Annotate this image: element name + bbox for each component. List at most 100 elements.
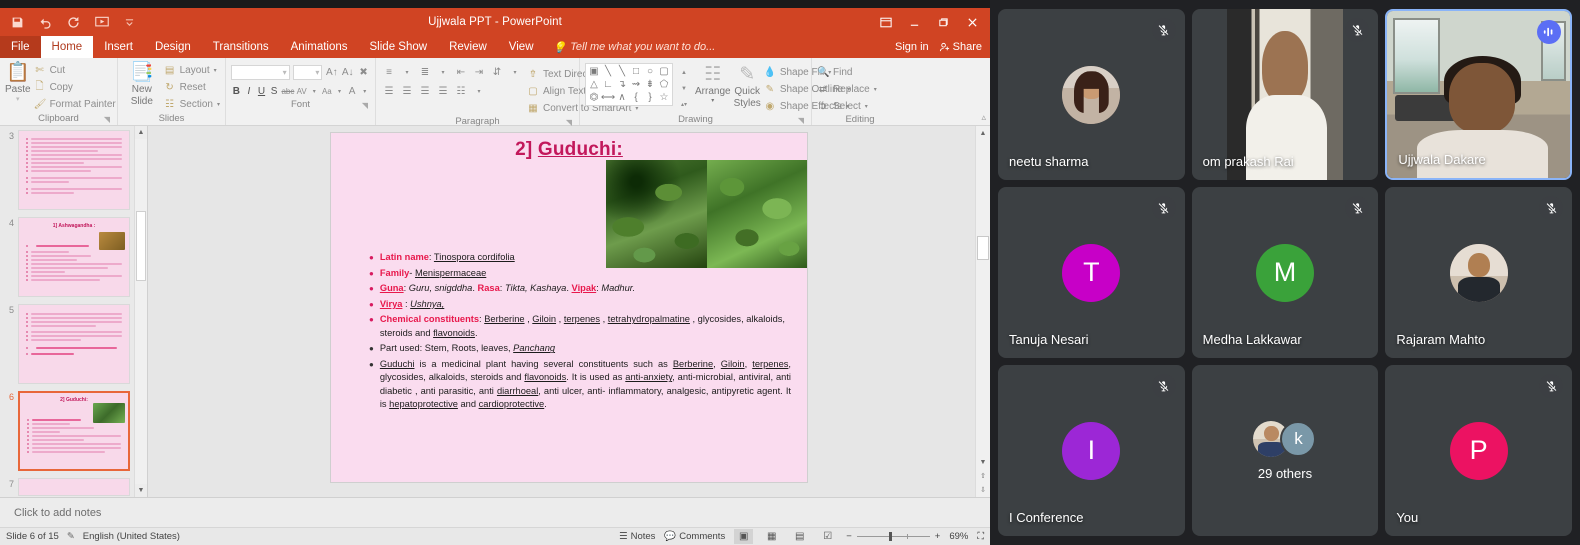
font-name-input[interactable]: ▾ [231, 65, 290, 80]
thumbnail-scroll-thumb[interactable] [136, 211, 146, 281]
increase-font-size-button[interactable]: A↑ [325, 65, 338, 80]
tell-me-search[interactable]: 💡 Tell me what you want to do... [545, 36, 724, 58]
minimize-button[interactable] [901, 10, 928, 34]
shapes-scroll-up-icon[interactable]: ▲ [676, 65, 692, 80]
tab-file[interactable]: File [0, 36, 41, 58]
save-icon[interactable] [8, 13, 27, 32]
shape-line-icon[interactable]: ╲ [601, 65, 615, 78]
copy-button[interactable]: 🗋 Copy [34, 80, 116, 95]
shapes-gallery[interactable]: ▣ ╲ ╲ □ ○ ▢ △ ∟ ↴ ⇝ ⇟ ⬠ ⏣ ⟷ ∧ { } ☆ [585, 63, 673, 106]
slide-content-placeholder[interactable]: ● Latin name: Tinospora cordifolia ● Family… [369, 251, 791, 414]
align-left-button[interactable]: ☰ [381, 84, 397, 99]
shape-pentagon-icon[interactable]: ⬠ [657, 78, 671, 91]
thumbnail-slide-5[interactable] [18, 304, 130, 384]
slide-vertical-scrollbar[interactable]: ▲ ▼ ⇧ ⇩ [975, 126, 990, 497]
participant-tile-rajaram-mahto[interactable]: Rajaram Mahto [1385, 187, 1572, 358]
sign-in-button[interactable]: Sign in [895, 41, 929, 53]
bullets-button[interactable]: ≡ [381, 65, 397, 80]
thumbnail-slide-6[interactable]: 2] Guduchi: [18, 391, 130, 471]
scroll-thumb[interactable] [977, 236, 989, 260]
arrange-button[interactable]: ☷ Arrange ▾ [695, 63, 731, 104]
undo-icon[interactable] [36, 13, 55, 32]
chevron-down-icon[interactable]: ▾ [435, 65, 451, 80]
chevron-down-icon[interactable]: ▾ [507, 65, 523, 80]
language-indicator[interactable]: English (United States) [83, 531, 180, 542]
shape-left-brace-icon[interactable]: { [629, 91, 643, 104]
clear-formatting-button[interactable]: ✖ [357, 65, 370, 80]
participant-tile-om-prakash-rai[interactable]: om prakash Rai [1191, 9, 1379, 180]
chevron-down-icon[interactable]: ▾ [471, 84, 487, 99]
paste-button[interactable]: 📋 Paste ▾ [5, 61, 31, 104]
tab-home[interactable]: Home [40, 36, 94, 58]
thumbnail-item[interactable]: 5 [0, 304, 147, 384]
underline-button[interactable]: U [256, 84, 267, 99]
shape-down-arrow-icon[interactable]: ⇟ [643, 78, 657, 91]
numbering-button[interactable]: ≣ [417, 65, 433, 80]
slide-title[interactable]: 2] Guduchi: [331, 133, 807, 161]
participant-tile-i-conference[interactable]: I I Conference [998, 365, 1185, 536]
shape-freeform-icon[interactable]: ⏣ [587, 91, 601, 104]
slide-sorter-view-button[interactable]: ▦ [762, 529, 781, 544]
reset-button[interactable]: ↻ Reset [164, 80, 220, 95]
ribbon-display-options-icon[interactable] [872, 10, 899, 34]
slide-show-view-button[interactable]: ☑ [818, 529, 837, 544]
text-shadow-button[interactable]: S [269, 84, 280, 99]
shape-right-brace-icon[interactable]: } [643, 91, 657, 104]
replace-button[interactable]: ⇄ Replace ▾ [817, 82, 877, 97]
zoom-in-button[interactable]: + [935, 531, 941, 542]
new-slide-button[interactable]: 📑 New Slide [123, 61, 161, 107]
section-button[interactable]: ☷ Section ▾ [164, 97, 220, 112]
collapse-ribbon-button[interactable]: ▵ [981, 112, 986, 123]
participant-tile-others[interactable]: k 29 others [1191, 365, 1379, 536]
thumbnail-slide-3[interactable] [18, 130, 130, 210]
thumbnail-item-selected[interactable]: 6 2] Guduchi: [0, 391, 147, 471]
quick-styles-button[interactable]: ✎ Quick Styles [734, 63, 761, 109]
shape-elbow-connector-icon[interactable]: ∟ [601, 78, 615, 91]
tab-animations[interactable]: Animations [280, 36, 359, 58]
format-painter-button[interactable]: 🖌 Format Painter [34, 97, 116, 112]
decrease-indent-button[interactable]: ⇤ [453, 65, 469, 80]
character-spacing-button[interactable]: AV [296, 84, 307, 99]
tab-slide-show[interactable]: Slide Show [359, 36, 439, 58]
find-button[interactable]: 🔍 Find [817, 65, 877, 80]
align-right-button[interactable]: ☰ [417, 84, 433, 99]
tab-transitions[interactable]: Transitions [202, 36, 280, 58]
shape-right-arrow-icon[interactable]: ⇝ [629, 78, 643, 91]
select-button[interactable]: ➲ Select ▾ [817, 99, 877, 114]
shape-elbow-arrow-icon[interactable]: ↴ [615, 78, 629, 91]
tab-insert[interactable]: Insert [93, 36, 144, 58]
shape-textbox-icon[interactable]: ▣ [587, 65, 601, 78]
justify-button[interactable]: ☰ [435, 84, 451, 99]
italic-button[interactable]: I [244, 84, 255, 99]
zoom-level-label[interactable]: 69% [949, 531, 968, 542]
customize-qat-icon[interactable] [120, 13, 139, 32]
zoom-track[interactable] [856, 532, 930, 541]
next-slide-icon[interactable]: ⇩ [976, 483, 991, 497]
zoom-handle[interactable] [888, 532, 892, 541]
thumbnail-scroll-up-icon[interactable]: ▲ [135, 126, 147, 139]
decrease-font-size-button[interactable]: A↓ [341, 65, 354, 80]
scroll-up-icon[interactable]: ▲ [976, 126, 991, 140]
scroll-down-icon[interactable]: ▼ [976, 455, 991, 469]
shape-line-arrow-icon[interactable]: ╲ [615, 65, 629, 78]
font-color-button[interactable]: A [347, 84, 358, 99]
tab-view[interactable]: View [498, 36, 545, 58]
thumbnail-slide-4[interactable]: 1] Ashwagandha : [18, 217, 130, 297]
thumbnail-scrollbar[interactable]: ▲ ▼ [134, 126, 147, 497]
shape-star-icon[interactable]: ☆ [657, 91, 671, 104]
align-center-button[interactable]: ☰ [399, 84, 415, 99]
close-button[interactable] [959, 10, 986, 34]
thumbnail-item[interactable]: 7 [0, 478, 147, 496]
shapes-scroll-down-icon[interactable]: ▼ [676, 81, 692, 96]
tab-review[interactable]: Review [438, 36, 498, 58]
participant-tile-you[interactable]: P You [1385, 365, 1572, 536]
shape-oval-icon[interactable]: ○ [643, 65, 657, 78]
clipboard-dialog-launcher-icon[interactable]: ◥ [104, 115, 110, 124]
comments-toggle-button[interactable]: 💬 Comments [664, 531, 725, 542]
participant-tile-ujjwala-dakare[interactable]: Ujjwala Dakare [1385, 9, 1572, 180]
change-case-button[interactable]: Aa [322, 84, 333, 99]
bold-button[interactable]: B [231, 84, 242, 99]
shape-rectangle-icon[interactable]: □ [629, 65, 643, 78]
thumbnail-item[interactable]: 4 1] Ashwagandha : [0, 217, 147, 297]
shape-triangle-icon[interactable]: △ [587, 78, 601, 91]
